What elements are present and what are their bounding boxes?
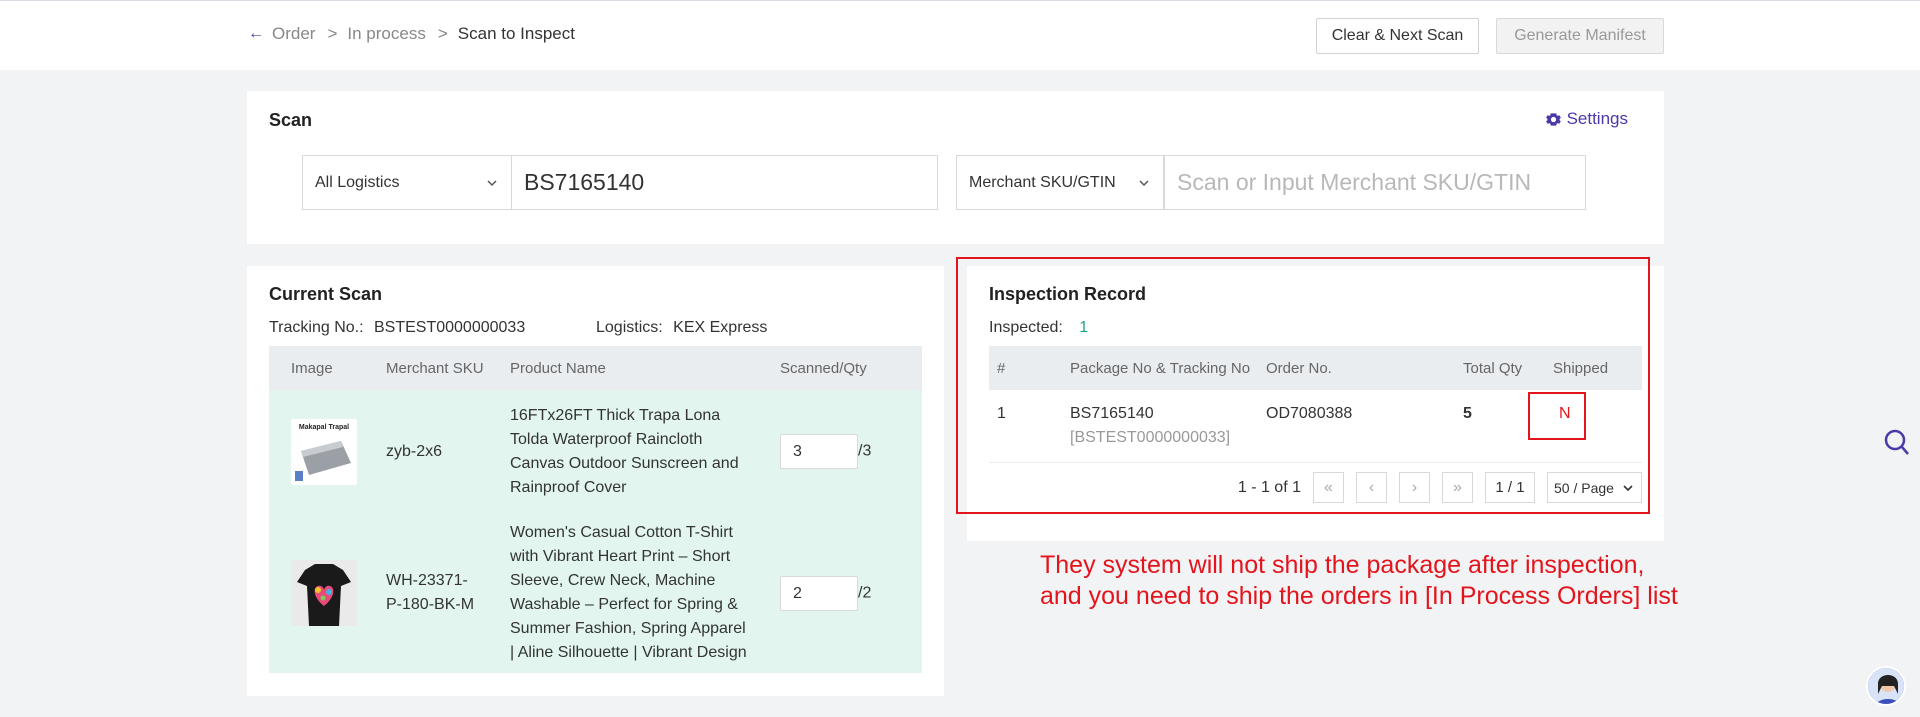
chevron-down-icon (1139, 179, 1149, 186)
current-scan-title: Current Scan (269, 284, 383, 304)
tracking-label: Tracking No.: (269, 319, 364, 336)
support-avatar[interactable] (1866, 666, 1906, 706)
generate-manifest-button[interactable]: Generate Manifest (1496, 18, 1664, 54)
sku-input[interactable]: Scan or Input Merchant SKU/GTIN (1164, 155, 1586, 210)
sku-type-select-value: Merchant SKU/GTIN (969, 173, 1116, 191)
col-image: Image (269, 346, 364, 390)
annotation-line-1: They system will not ship the package af… (1040, 551, 1645, 579)
chevron-down-icon (487, 179, 497, 186)
table-header-row: Image Merchant SKU Product Name Scanned/… (269, 346, 922, 390)
scanned-qty-input[interactable]: 3 (780, 434, 858, 469)
logistics-select-value: All Logistics (315, 173, 400, 191)
tracking-input[interactable]: BS7165140 (511, 155, 938, 210)
breadcrumb-separator: > (437, 24, 448, 43)
col-product-name: Product Name (488, 346, 758, 390)
breadcrumb: ← Order > In process > Scan to Inspect (248, 24, 575, 44)
settings-link[interactable]: Settings (1545, 109, 1628, 129)
support-agent-icon (1868, 668, 1904, 704)
clear-next-scan-button[interactable]: Clear & Next Scan (1316, 18, 1479, 54)
breadcrumb-in-process[interactable]: In process (347, 24, 425, 44)
scan-title: Scan (269, 110, 313, 130)
tracking-value: BSTEST0000000033 (374, 319, 526, 336)
qty-total: /3 (858, 442, 872, 460)
inspection-highlight-box (956, 257, 1650, 514)
search-icon[interactable] (1884, 428, 1910, 456)
annotation-line-2: and you need to ship the orders in [In P… (1040, 582, 1678, 610)
scan-panel: Scan Settings All Logistics BS7165140 Me… (247, 91, 1664, 244)
scanned-qty-cell: 3/3 (758, 390, 922, 513)
current-scan-table: Image Merchant SKU Product Name Scanned/… (269, 346, 922, 673)
settings-label: Settings (1566, 109, 1628, 128)
qty-total: /2 (858, 584, 872, 601)
product-name-cell: 16FTx26FT Thick Trapa Lona Tolda Waterpr… (488, 390, 758, 513)
logistics-select[interactable]: All Logistics (302, 155, 512, 210)
annotation-note: They system will not ship the package af… (1040, 550, 1678, 612)
product-image-cell (269, 513, 364, 673)
thumb-brand-text: Makapal Trapal (299, 424, 349, 431)
table-row: Makapal Trapal zyb-2x6 16FTx26FT Thick T… (269, 390, 922, 513)
sku-type-select[interactable]: Merchant SKU/GTIN (956, 155, 1164, 210)
tracking-info: Tracking No.: BSTEST0000000033 (269, 319, 525, 337)
sku-cell: zyb-2x6 (364, 390, 488, 513)
logistics-label: Logistics: (596, 319, 663, 336)
table-row: WH-23371-P-180-BK-M Women's Casual Cotto… (269, 513, 922, 673)
current-scan-panel: Current Scan Tracking No.: BSTEST0000000… (247, 266, 944, 696)
tarpaulin-product-image: Makapal Trapal (291, 418, 357, 485)
product-image-cell: Makapal Trapal (269, 390, 364, 513)
shipped-highlight-box (1528, 392, 1586, 440)
logistics-info: Logistics: KEX Express (596, 319, 767, 337)
sku-cell: WH-23371-P-180-BK-M (364, 513, 488, 673)
breadcrumb-separator: > (327, 24, 338, 43)
product-name-cell: Women's Casual Cotton T-Shirt with Vibra… (488, 513, 758, 673)
gear-icon (1545, 112, 1561, 126)
col-merchant-sku: Merchant SKU (364, 346, 488, 390)
scanned-qty-input[interactable]: 2 (780, 575, 858, 611)
breadcrumb-current: Scan to Inspect (457, 24, 575, 43)
scanned-qty-cell: 2/2 (758, 513, 922, 673)
heart-tshirt-product-image (291, 560, 357, 626)
breadcrumb-order[interactable]: Order (272, 24, 315, 44)
logistics-value: KEX Express (673, 319, 768, 336)
top-bar: ← Order > In process > Scan to Inspect C… (0, 0, 1920, 70)
col-scanned-qty: Scanned/Qty (758, 346, 922, 390)
back-arrow-icon[interactable]: ← (248, 25, 264, 43)
